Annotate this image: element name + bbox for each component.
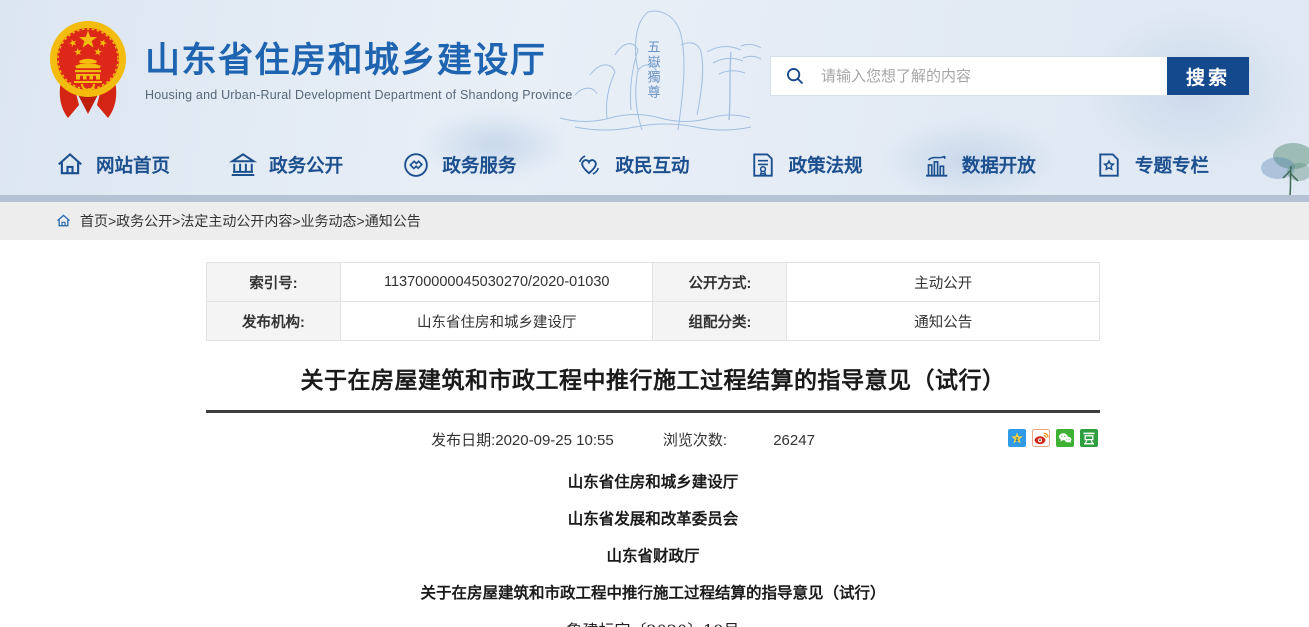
search-bar: 搜索 <box>770 56 1250 96</box>
breadcrumb-home-icon[interactable] <box>55 213 72 229</box>
article-meta-text: 发布日期:2020-09-25 10:55 浏览次数: 26247 <box>431 432 815 449</box>
nav-item-label: 数据开放 <box>962 152 1036 178</box>
search-icon <box>771 57 819 95</box>
table-row: 索引号: 113700000045030270/2020-01030 公开方式:… <box>207 263 1100 302</box>
nav-item-open-data[interactable]: 数据开放 <box>921 150 1036 180</box>
home-icon <box>55 150 85 180</box>
page: 五嶽獨尊 <box>0 0 1309 627</box>
site-name-english: Housing and Urban-Rural Development Depa… <box>145 88 573 102</box>
index-number-value: 113700000045030270/2020-01030 <box>340 263 653 302</box>
nav-item-policies[interactable]: 政策法规 <box>748 150 863 180</box>
page-title: 关于在房屋建筑和市政工程中推行施工过程结算的指导意见（试行） <box>206 361 1100 395</box>
index-number-label: 索引号: <box>207 263 341 302</box>
issuing-org-line: 山东省财政厅 <box>206 538 1100 575</box>
issuing-org-line: 山东省住房和城乡建设厅 <box>206 464 1100 501</box>
mountain-painting-decoration: 五嶽獨尊 <box>545 0 775 133</box>
article-meta-row: 发布日期:2020-09-25 10:55 浏览次数: 26247 z <box>206 425 1100 451</box>
issuing-agency-label: 发布机构: <box>207 302 341 341</box>
nav-item-label: 政民互动 <box>615 152 689 178</box>
nav-item-special-topics[interactable]: 专题专栏 <box>1094 150 1209 180</box>
search-button[interactable]: 搜索 <box>1167 57 1249 95</box>
document-meta-table: 索引号: 113700000045030270/2020-01030 公开方式:… <box>206 262 1100 341</box>
views-label: 浏览次数: <box>663 432 727 449</box>
nav-item-home[interactable]: 网站首页 <box>55 150 170 180</box>
nav-item-label: 政务公开 <box>269 152 343 178</box>
site-name: 山东省住房和城乡建设厅 <box>145 40 573 82</box>
document-title-line: 关于在房屋建筑和市政工程中推行施工过程结算的指导意见（试行） <box>206 575 1100 612</box>
category-value: 通知公告 <box>787 302 1100 341</box>
publish-date-label: 发布日期: <box>431 432 495 449</box>
weibo-share-icon[interactable] <box>1032 429 1050 447</box>
nav-item-label: 专题专栏 <box>1135 152 1209 178</box>
government-building-icon <box>228 150 258 180</box>
site-title-block: 山东省住房和城乡建设厅 Housing and Urban-Rural Deve… <box>145 16 573 122</box>
site-logo[interactable]: 山东省住房和城乡建设厅 Housing and Urban-Rural Deve… <box>48 16 573 122</box>
star-document-icon <box>1094 150 1124 180</box>
nav-item-label: 网站首页 <box>96 152 170 178</box>
title-divider <box>206 410 1100 413</box>
separator-band <box>0 195 1309 202</box>
disclosure-method-label: 公开方式: <box>653 263 787 302</box>
national-emblem-icon <box>48 16 128 122</box>
nav-item-label: 政务服务 <box>442 152 516 178</box>
nav-item-public-interaction[interactable]: 政民互动 <box>574 150 689 180</box>
wechat-share-icon[interactable] <box>1056 429 1074 447</box>
data-chart-icon <box>921 150 951 180</box>
document-number: 鲁建标字〔2020〕19号 <box>206 612 1100 627</box>
handshake-icon <box>401 150 431 180</box>
disclosure-method-value: 主动公开 <box>787 263 1100 302</box>
decoration-text: 五嶽獨尊 <box>646 40 661 100</box>
table-row: 发布机构: 山东省住房和城乡建设厅 组配分类: 通知公告 <box>207 302 1100 341</box>
heart-interaction-icon <box>574 150 604 180</box>
article-body: 山东省住房和城乡建设厅 山东省发展和改革委员会 山东省财政厅 关于在房屋建筑和市… <box>206 464 1100 627</box>
site-header: 五嶽獨尊 <box>0 0 1309 195</box>
breadcrumb-path[interactable]: 首页>政务公开>法定主动公开内容>业务动态>通知公告 <box>80 211 421 231</box>
views-count: 26247 <box>773 432 815 449</box>
share-icons: z <box>1008 429 1098 447</box>
policy-document-icon <box>748 150 778 180</box>
breadcrumb: 首页>政务公开>法定主动公开内容>业务动态>通知公告 <box>0 202 1309 240</box>
nav-item-label: 政策法规 <box>789 152 863 178</box>
issuing-agency-value: 山东省住房和城乡建设厅 <box>340 302 653 341</box>
main-nav: 网站首页 政务公开 政务服务 政民互动 <box>0 135 1309 195</box>
article-content: 索引号: 113700000045030270/2020-01030 公开方式:… <box>206 240 1100 627</box>
issuing-org-line: 山东省发展和改革委员会 <box>206 501 1100 538</box>
qzone-share-icon[interactable]: z <box>1008 429 1026 447</box>
category-label: 组配分类: <box>653 302 787 341</box>
nav-item-gov-services[interactable]: 政务服务 <box>401 150 516 180</box>
publish-date-value: 2020-09-25 10:55 <box>495 432 613 449</box>
nav-item-gov-disclosure[interactable]: 政务公开 <box>228 150 343 180</box>
douban-share-icon[interactable] <box>1080 429 1098 447</box>
search-input[interactable] <box>819 57 1167 95</box>
